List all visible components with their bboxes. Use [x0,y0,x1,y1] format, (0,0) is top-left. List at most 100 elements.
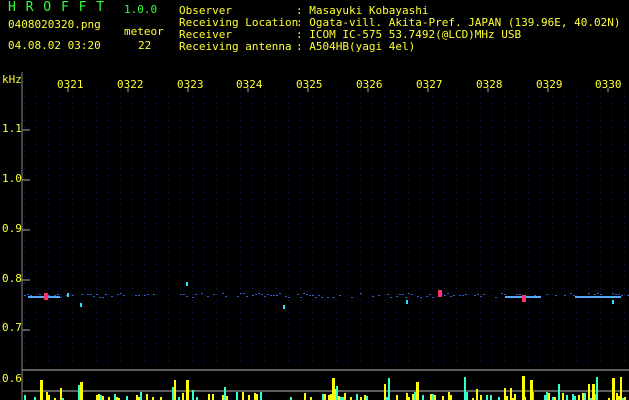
grid-dot [432,96,433,97]
grid-dot [516,96,517,97]
meteor-echo [612,300,614,304]
grid-dot [48,306,49,307]
meteor-bar [434,395,436,400]
signal-trace [601,296,603,298]
grid-dot [288,150,289,151]
grid-dot [228,126,229,127]
grid-dot [576,312,577,313]
grid-dot [348,162,349,163]
grid-dot [396,306,397,307]
grid-dot [432,360,433,361]
grid-dot [336,210,337,211]
grid-dot [180,114,181,115]
meteor-bar [514,394,516,400]
grid-dot [336,192,337,193]
grid-dot [264,258,265,259]
grid-dot [300,210,301,211]
meteor-bar [592,384,595,400]
grid-dot [588,126,589,127]
grid-dot [288,210,289,211]
grid-dot [600,318,601,319]
grid-dot [600,180,601,181]
grid-dot [264,210,265,211]
signal-trace [564,295,566,296]
grid-dot [96,108,97,109]
grid-dot [36,252,37,253]
grid-dot [108,264,109,265]
grid-dot [48,204,49,205]
grid-dot [252,180,253,181]
meteor-bar [182,393,184,400]
grid-dot [516,276,517,277]
grid-dot [228,276,229,277]
signal-trace [585,296,587,298]
signal-trace [611,296,613,298]
grid-dot [552,360,553,361]
grid-dot [468,222,469,223]
signal-trace [605,296,607,298]
grid-dot [60,318,61,319]
grid-dot [144,318,145,319]
meteor-bar [620,377,622,400]
signal-trace [327,297,329,298]
grid-dot [288,222,289,223]
grid-dot [228,258,229,259]
grid-dot [168,288,169,289]
grid-dot [468,114,469,115]
grid-dot [60,162,61,163]
grid-dot [192,90,193,91]
grid-dot [180,108,181,109]
grid-dot [312,114,313,115]
grid-dot [444,258,445,259]
grid-dot [468,90,469,91]
grid-dot [156,240,157,241]
grid-dot [180,120,181,121]
grid-dot [72,354,73,355]
grid-dot [240,306,241,307]
grid-dot [120,330,121,331]
grid-dot [540,360,541,361]
grid-dot [84,282,85,283]
grid-dot [300,240,301,241]
meteor-bar [332,378,335,400]
grid-dot [348,114,349,115]
grid-dot [144,354,145,355]
grid-dot [168,168,169,169]
grid-dot [552,114,553,115]
grid-dot [252,282,253,283]
grid-dot [600,324,601,325]
grid-dot [444,342,445,343]
meteor-bar [412,394,414,400]
grid-dot [312,210,313,211]
grid-dot [204,204,205,205]
grid-dot [528,222,529,223]
grid-dot [108,288,109,289]
grid-dot [60,294,61,295]
grid-dot [612,108,613,109]
grid-dot [396,150,397,151]
signal-trace [519,294,521,295]
grid-dot [252,144,253,145]
grid-dot [504,240,505,241]
grid-dot [420,324,421,325]
meteor-echo [283,305,285,309]
grid-dot [84,192,85,193]
grid-dot [84,264,85,265]
grid-dot [384,90,385,91]
grid-dot [288,270,289,271]
grid-dot [552,246,553,247]
grid-dot [612,180,613,181]
grid-dot [216,258,217,259]
signal-trace [505,296,507,298]
meteor-bar [248,395,250,400]
grid-dot [36,132,37,133]
grid-dot [192,204,193,205]
grid-dot [108,102,109,103]
grid-dot [276,174,277,175]
grid-dot [264,330,265,331]
grid-dot [504,210,505,211]
grid-dot [240,360,241,361]
grid-dot [504,108,505,109]
grid-dot [120,102,121,103]
grid-dot [228,324,229,325]
